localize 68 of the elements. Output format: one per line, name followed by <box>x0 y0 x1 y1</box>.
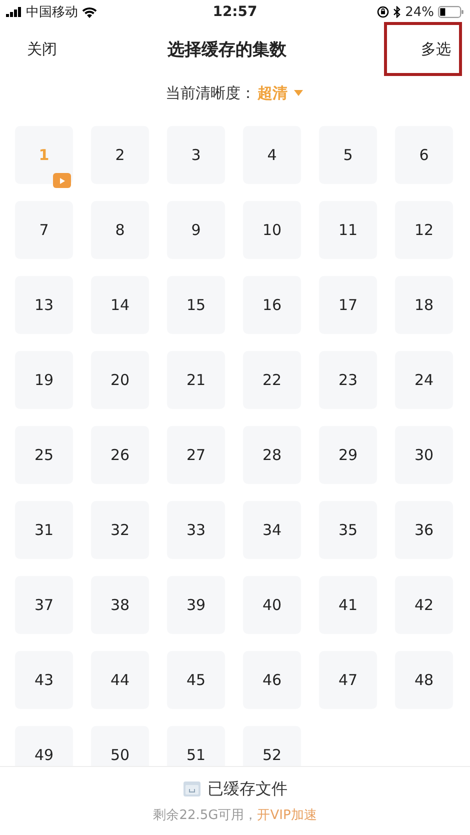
episode-tile[interactable]: 19 <box>15 351 73 409</box>
episode-tile[interactable]: 45 <box>167 651 225 709</box>
episode-tile[interactable]: 17 <box>319 276 377 334</box>
episode-tile[interactable]: 51 <box>167 726 225 766</box>
episode-tile[interactable]: 40 <box>243 576 301 634</box>
episode-tile[interactable]: 13 <box>15 276 73 334</box>
episode-tile[interactable]: 29 <box>319 426 377 484</box>
episode-tile[interactable]: 35 <box>319 501 377 559</box>
episode-tile[interactable]: 41 <box>319 576 377 634</box>
episode-tile[interactable]: 43 <box>15 651 73 709</box>
episode-tile[interactable]: 2 <box>91 126 149 184</box>
page-title: 选择缓存的集数 <box>168 38 286 60</box>
episode-tile[interactable]: 39 <box>167 576 225 634</box>
episode-tile[interactable]: 10 <box>243 201 301 259</box>
episode-tile[interactable]: 11 <box>319 201 377 259</box>
battery-icon <box>438 6 464 18</box>
quality-label: 当前清晰度： <box>166 84 256 102</box>
bluetooth-icon <box>393 6 402 18</box>
play-badge-icon <box>53 173 71 188</box>
episode-tile[interactable]: 15 <box>167 276 225 334</box>
episode-tile[interactable]: 25 <box>15 426 73 484</box>
episode-tile[interactable]: 37 <box>15 576 73 634</box>
episode-tile[interactable]: 33 <box>167 501 225 559</box>
episode-tile[interactable]: 38 <box>91 576 149 634</box>
episode-tile[interactable]: 32 <box>91 501 149 559</box>
cached-files-button[interactable]: 已缓存文件 <box>182 778 288 800</box>
episode-tile[interactable]: 44 <box>91 651 149 709</box>
folder-icon <box>182 781 200 797</box>
episode-tile[interactable]: 23 <box>319 351 377 409</box>
episode-tile[interactable]: 30 <box>395 426 453 484</box>
episode-tile[interactable]: 31 <box>15 501 73 559</box>
episode-tile[interactable]: 48 <box>395 651 453 709</box>
caret-icon <box>294 90 302 96</box>
episode-tile[interactable]: 7 <box>15 201 73 259</box>
carrier-name: 中国移动 <box>26 4 78 21</box>
clock-time: 12:57 <box>212 4 258 20</box>
episode-tile[interactable]: 6 <box>395 126 453 184</box>
episode-tile[interactable]: 42 <box>395 576 453 634</box>
episode-tile[interactable]: 4 <box>243 126 301 184</box>
episode-tile[interactable]: 3 <box>167 126 225 184</box>
episode-tile[interactable]: 14 <box>91 276 149 334</box>
episode-tile[interactable]: 28 <box>243 426 301 484</box>
episode-tile[interactable]: 20 <box>91 351 149 409</box>
storage-info: 剩余22.5G可用， <box>153 806 258 824</box>
episode-tile[interactable]: 46 <box>243 651 301 709</box>
episode-tile[interactable]: 16 <box>243 276 301 334</box>
episode-tile[interactable]: 5 <box>319 126 377 184</box>
episode-tile[interactable]: 36 <box>395 501 453 559</box>
episode-tile[interactable]: 27 <box>167 426 225 484</box>
episode-tile[interactable]: 21 <box>167 351 225 409</box>
episode-tile[interactable]: 8 <box>91 201 149 259</box>
episode-tile[interactable]: 50 <box>91 726 149 766</box>
rotation-lock-icon <box>377 6 390 18</box>
signal-icon <box>6 7 22 17</box>
episode-tile[interactable]: 26 <box>91 426 149 484</box>
episode-tile[interactable]: 18 <box>395 276 453 334</box>
episode-tile[interactable]: 12 <box>395 201 453 259</box>
episode-tile[interactable]: 49 <box>15 726 73 766</box>
wifi-icon <box>82 6 97 18</box>
episode-tile[interactable]: 24 <box>395 351 453 409</box>
episode-tile[interactable]: 34 <box>243 501 301 559</box>
episode-tile[interactable]: 52 <box>243 726 301 766</box>
close-button[interactable]: 关闭 <box>14 24 70 74</box>
episode-tile[interactable]: 9 <box>167 201 225 259</box>
episode-tile[interactable]: 22 <box>243 351 301 409</box>
multi-select-button[interactable]: 多选 <box>384 22 462 76</box>
battery-percent: 24% <box>405 4 434 20</box>
episode-tile[interactable]: 47 <box>319 651 377 709</box>
